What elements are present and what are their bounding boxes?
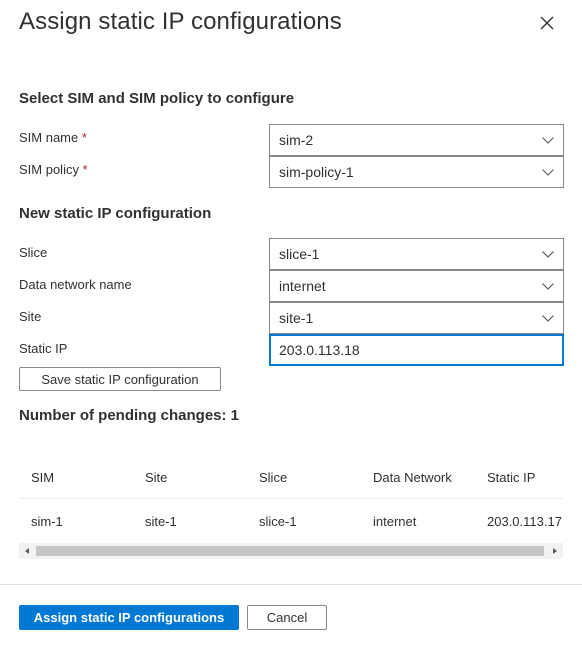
cell-data-network: internet: [373, 513, 417, 529]
chevron-down-icon: [542, 137, 554, 144]
table-row[interactable]: sim-1 site-1 slice-1 internet 203.0.113.…: [19, 499, 563, 543]
horizontal-scrollbar[interactable]: [19, 543, 563, 559]
column-header-static-ip[interactable]: Static IP: [475, 470, 563, 485]
static-ip-label: Static IP: [19, 341, 68, 356]
cell-slice: slice-1: [259, 513, 297, 529]
new-config-heading: New static IP configuration: [19, 205, 212, 222]
chevron-down-icon: [542, 283, 554, 290]
table-header: SIM Site Slice Data Network Static IP: [19, 456, 563, 499]
data-network-label: Data network name: [19, 277, 132, 292]
slice-label: Slice: [19, 245, 48, 260]
chevron-down-icon: [542, 315, 554, 322]
assign-static-ip-button[interactable]: Assign static IP configurations: [19, 605, 239, 630]
scrollbar-thumb[interactable]: [36, 546, 544, 556]
assign-static-ip-panel: Assign static IP configurations Select S…: [0, 0, 582, 647]
site-dropdown[interactable]: site-1: [269, 302, 564, 334]
save-static-ip-button[interactable]: Save static IP configuration: [19, 367, 221, 391]
column-header-slice[interactable]: Slice: [247, 470, 361, 485]
column-header-sim[interactable]: SIM: [19, 470, 133, 485]
sim-policy-label-text: SIM policy: [19, 162, 79, 177]
cell-site: site-1: [145, 513, 177, 529]
sim-policy-label: SIM policy *: [19, 162, 88, 177]
site-label: Site: [19, 309, 42, 324]
scroll-left-icon[interactable]: [23, 547, 31, 555]
chevron-down-icon: [542, 169, 554, 176]
slice-value: slice-1: [279, 246, 320, 262]
sim-name-label: SIM name *: [19, 130, 87, 145]
required-mark: *: [82, 162, 88, 177]
sim-name-dropdown[interactable]: sim-2: [269, 124, 564, 156]
required-mark: *: [81, 130, 87, 145]
scroll-right-icon[interactable]: [551, 547, 559, 555]
data-network-dropdown[interactable]: internet: [269, 270, 564, 302]
close-icon: [540, 16, 554, 30]
select-sim-heading: Select SIM and SIM policy to configure: [19, 90, 295, 107]
cell-static-ip: 203.0.113.17: [487, 513, 562, 529]
sim-policy-value: sim-policy-1: [279, 164, 354, 180]
close-button[interactable]: [536, 12, 558, 34]
sim-name-value: sim-2: [279, 132, 314, 148]
chevron-down-icon: [542, 251, 554, 258]
pending-changes-heading: Number of pending changes: 1: [19, 407, 240, 424]
site-value: site-1: [279, 310, 314, 326]
pending-changes-table: SIM Site Slice Data Network Static IP si…: [19, 456, 563, 543]
cell-sim: sim-1: [31, 513, 63, 529]
slice-dropdown[interactable]: slice-1: [269, 238, 564, 270]
data-network-value: internet: [279, 278, 326, 294]
dialog-title: Assign static IP configurations: [19, 8, 342, 35]
column-header-data-network[interactable]: Data Network: [361, 470, 475, 485]
static-ip-input[interactable]: [269, 334, 564, 366]
column-header-site[interactable]: Site: [133, 470, 247, 485]
cancel-button[interactable]: Cancel: [247, 605, 327, 630]
footer-divider: [0, 584, 582, 585]
sim-name-label-text: SIM name: [19, 130, 79, 145]
sim-policy-dropdown[interactable]: sim-policy-1: [269, 156, 564, 188]
